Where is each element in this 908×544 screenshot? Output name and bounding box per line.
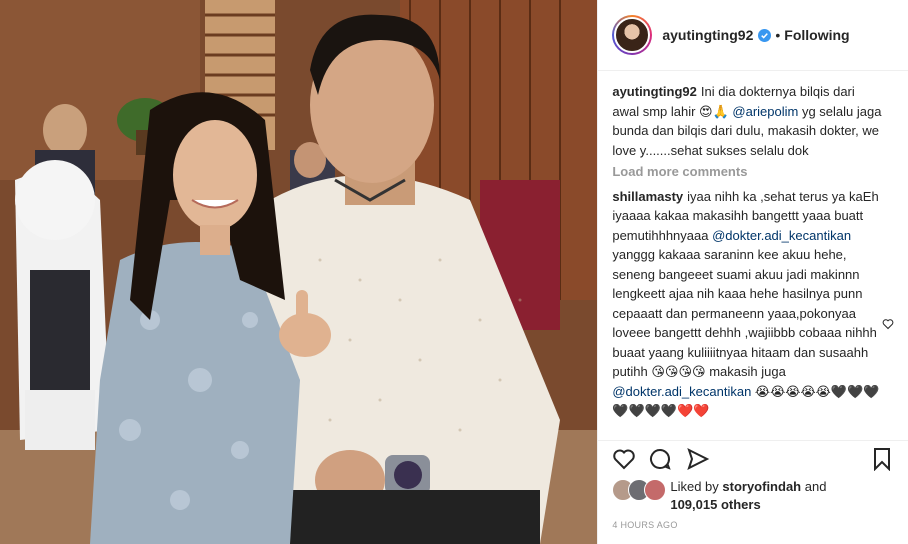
liked-by-prefix: Liked by xyxy=(670,479,723,494)
following-button[interactable]: Following xyxy=(784,27,849,43)
liked-by-user[interactable]: storyofindah xyxy=(722,479,801,494)
post-photo[interactable] xyxy=(0,0,598,544)
post-caption: ayutingting92 Ini dia dokternya bilqis da… xyxy=(612,82,882,160)
header-separator: • xyxy=(775,27,781,43)
comment-username[interactable]: shillamasty xyxy=(612,189,683,204)
comment-like-heart-icon[interactable] xyxy=(882,318,894,330)
post-timestamp[interactable]: 4 HOURS AGO xyxy=(612,520,677,530)
liked-by-text: Liked by storyofindah and 109,015 others xyxy=(670,478,826,514)
load-more-comments-button[interactable]: Load more comments xyxy=(612,162,882,182)
comment-mention-2[interactable]: @dokter.adi_kecantikan xyxy=(612,384,751,399)
comment-text-2: yanggg kakaaa saraninn kee akuu hehe, se… xyxy=(612,247,877,379)
liked-by-and: and xyxy=(801,479,827,494)
share-icon[interactable] xyxy=(686,447,710,471)
liker-avatars[interactable] xyxy=(612,479,670,501)
caption-username[interactable]: ayutingting92 xyxy=(612,84,697,99)
verified-badge-icon xyxy=(758,28,772,42)
post-side-panel: ayutingting92 • Following ayutingting92 I… xyxy=(597,0,908,544)
liker-avatar xyxy=(644,479,667,501)
comment-mention-1[interactable]: @dokter.adi_kecantikan xyxy=(712,228,851,243)
comment-item: shillamasty iyaa nihh ka ,sehat terus ya … xyxy=(612,187,882,421)
post-header: ayutingting92 • Following xyxy=(598,0,908,71)
bookmark-icon[interactable] xyxy=(870,447,894,471)
likes-count[interactable]: 109,015 others xyxy=(670,497,760,512)
likes-summary: Liked by storyofindah and 109,015 others xyxy=(612,478,898,514)
heart-icon[interactable] xyxy=(612,447,636,471)
instagram-post-modal: ayutingting92 • Following ayutingting92 I… xyxy=(0,0,908,544)
post-actions-bar xyxy=(598,440,908,477)
photo-illustration xyxy=(0,0,598,544)
comment-icon[interactable] xyxy=(648,447,672,471)
header-username[interactable]: ayutingting92 xyxy=(662,27,753,43)
profile-avatar[interactable] xyxy=(612,15,653,55)
caption-mention[interactable]: @ariepolim xyxy=(732,104,798,119)
comments-list: ayutingting92 Ini dia dokternya bilqis da… xyxy=(612,82,882,438)
